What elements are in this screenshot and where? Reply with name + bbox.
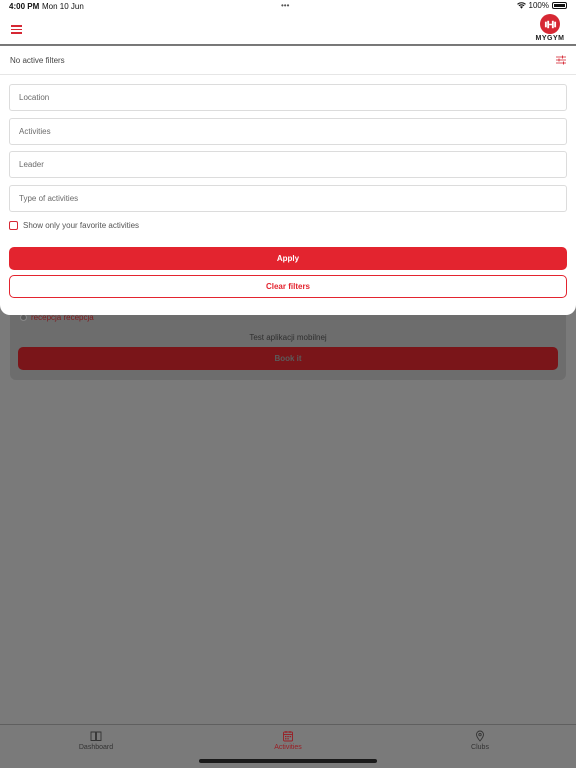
battery-percent: 100%	[528, 1, 549, 10]
activity-description: Test aplikacji mobilnej	[249, 333, 327, 342]
tab-activities[interactable]: Activities	[228, 730, 348, 751]
filter-status-bar[interactable]: No active filters	[0, 46, 576, 75]
hamburger-menu-icon[interactable]	[11, 25, 22, 34]
clear-filters-button[interactable]: Clear filters	[9, 275, 567, 298]
status-bar: 4:00 PM Mon 10 Jun ••• 100%	[0, 0, 576, 13]
reception-avatar	[20, 314, 27, 321]
tab-label: Dashboard	[78, 744, 114, 751]
favorite-checkbox[interactable]	[9, 221, 18, 230]
book-icon	[90, 731, 102, 741]
multitasking-dots-icon[interactable]: •••	[281, 1, 289, 10]
tab-label: Clubs	[471, 744, 489, 751]
activities-field[interactable]	[9, 118, 567, 145]
tab-dashboard[interactable]: Dashboard	[36, 730, 156, 751]
apply-button[interactable]: Apply	[9, 247, 567, 270]
activities-input[interactable]	[10, 119, 566, 144]
leader-input[interactable]	[10, 152, 566, 177]
wifi-icon	[516, 2, 526, 9]
type-of-activities-field[interactable]	[9, 185, 567, 212]
home-indicator[interactable]	[199, 759, 377, 763]
logo-text: MYGYM	[535, 35, 565, 42]
status-right: 100%	[516, 1, 567, 10]
status-date: Mon 10 Jun	[42, 2, 84, 11]
status-time: 4:00 PM	[9, 2, 40, 11]
book-it-button[interactable]: Book it	[18, 347, 558, 370]
favorite-activities-option[interactable]: Show only your favorite activities	[9, 221, 139, 230]
filter-status-text: No active filters	[10, 56, 65, 65]
battery-icon	[552, 2, 567, 9]
tab-label: Activities	[274, 744, 302, 751]
tab-clubs[interactable]: Clubs	[420, 730, 540, 751]
location-pin-icon	[476, 730, 484, 742]
location-field[interactable]	[9, 84, 567, 111]
dumbbell-icon	[540, 14, 560, 34]
type-of-activities-input[interactable]	[10, 186, 566, 211]
tune-filters-icon[interactable]	[556, 55, 566, 65]
mygym-logo: MYGYM	[534, 14, 566, 42]
favorite-label: Show only your favorite activities	[23, 221, 140, 230]
location-input[interactable]	[10, 85, 566, 110]
calendar-icon	[283, 731, 293, 742]
app-header: MYGYM	[0, 13, 576, 45]
filter-sheet: No active filters Show only your favorit…	[0, 46, 576, 315]
leader-field[interactable]	[9, 151, 567, 178]
